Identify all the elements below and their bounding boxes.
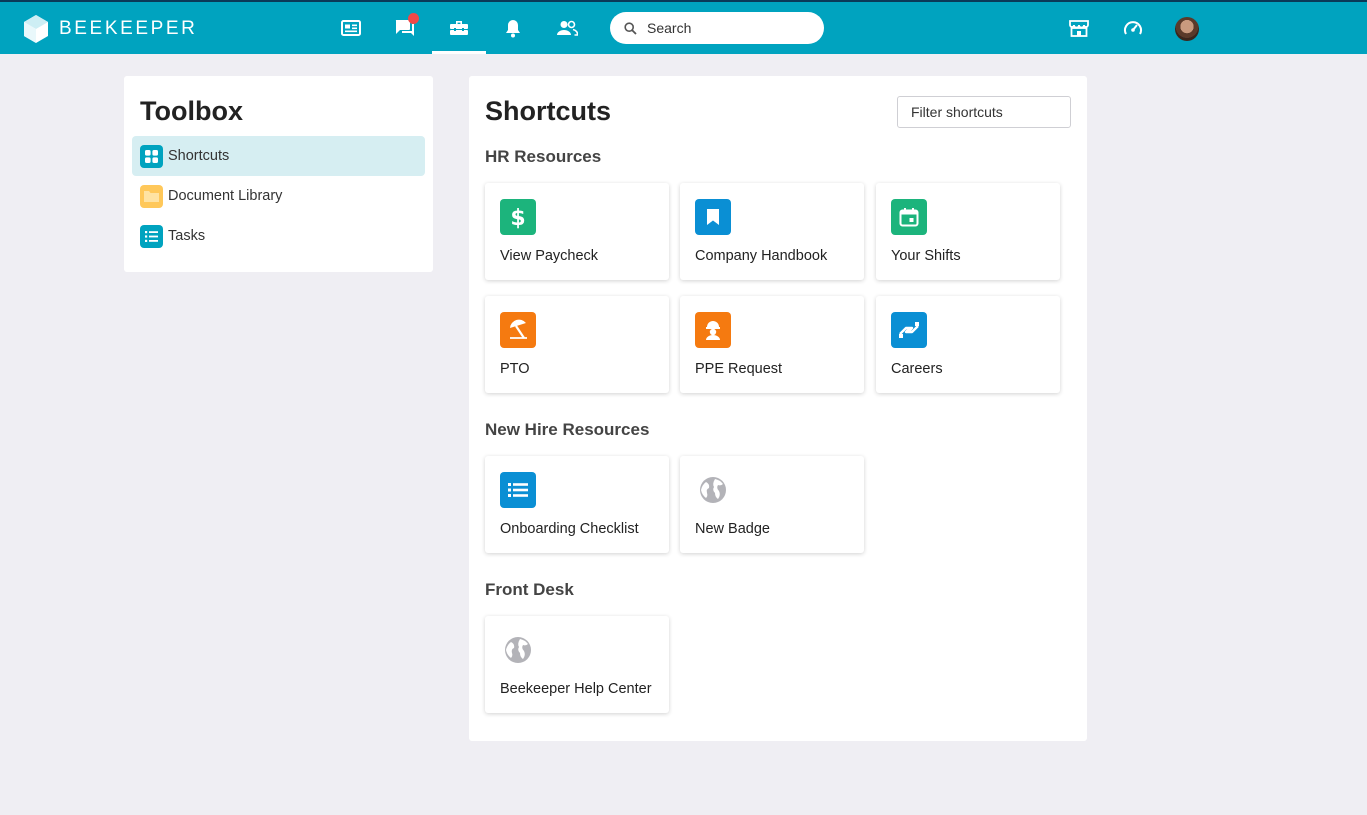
page-title: Shortcuts — [485, 96, 612, 126]
calendar-icon — [891, 199, 927, 235]
shortcut-card-new-badge[interactable]: New Badge — [680, 456, 864, 553]
shortcut-label: View Paycheck — [500, 248, 599, 264]
shortcut-card-beekeeper-help-center[interactable]: Beekeeper Help Center — [485, 616, 669, 713]
shortcut-card-company-handbook[interactable]: Company Handbook — [680, 183, 864, 280]
app-name: BEEKEEPER — [59, 18, 198, 39]
globe-icon — [695, 472, 731, 508]
beekeeper-logo-icon — [24, 15, 48, 43]
toolbox-title: Toolbox — [140, 96, 243, 126]
beach-umbrella-icon — [500, 312, 536, 348]
hard-hat-worker-icon — [695, 312, 731, 348]
handshake-icon — [891, 312, 927, 348]
list-icon — [140, 224, 163, 248]
shortcut-card-your-shifts[interactable]: Your Shifts — [876, 183, 1060, 280]
nav-chats[interactable] — [378, 2, 432, 54]
toolbox-item-document-library[interactable]: Document Library — [132, 176, 425, 216]
toolbox-item-shortcuts[interactable]: Shortcuts — [132, 136, 425, 176]
section-title: New Hire Resources — [485, 420, 650, 439]
chat-notification-badge — [408, 13, 419, 24]
toolbox-item-tasks[interactable]: Tasks — [132, 216, 425, 256]
shortcut-label: PPE Request — [695, 361, 783, 377]
grid-icon — [140, 144, 163, 168]
section-title: HR Resources — [485, 147, 602, 166]
shortcut-label: Company Handbook — [695, 248, 828, 264]
dashboard-gauge-icon — [1124, 21, 1142, 35]
nav-people[interactable] — [540, 2, 594, 54]
toolbox-item-label: Shortcuts — [168, 148, 230, 164]
shortcut-label: PTO — [500, 361, 530, 377]
nav-store[interactable] — [1052, 2, 1106, 54]
filter-shortcuts-input[interactable]: Filter shortcuts — [897, 96, 1071, 128]
bookmark-icon — [695, 199, 731, 235]
people-icon — [557, 20, 578, 36]
shortcut-card-view-paycheck[interactable]: $ View Paycheck — [485, 183, 669, 280]
shortcut-label: New Badge — [695, 521, 770, 537]
shortcut-card-pto[interactable]: PTO — [485, 296, 669, 393]
toolbox-item-label: Document Library — [168, 188, 283, 204]
shortcut-label: Careers — [891, 361, 943, 377]
shortcut-label: Beekeeper Help Center — [500, 681, 652, 697]
search-bar[interactable]: Search — [610, 12, 824, 44]
nav-news-feed[interactable] — [324, 2, 378, 54]
shortcut-label: Your Shifts — [891, 248, 961, 264]
shortcut-card-onboarding-checklist[interactable]: Onboarding Checklist — [485, 456, 669, 553]
search-icon — [624, 21, 637, 35]
globe-icon — [500, 632, 536, 668]
shortcut-label: Onboarding Checklist — [500, 521, 639, 537]
store-icon — [1069, 20, 1089, 37]
nav-dashboard[interactable] — [1106, 2, 1160, 54]
shortcuts-panel: Shortcuts Filter shortcuts HR Resources … — [469, 76, 1087, 741]
toolbox-item-label: Tasks — [168, 228, 206, 244]
dollar-icon: $ — [500, 199, 536, 235]
user-avatar[interactable] — [1175, 17, 1199, 41]
top-bar: BEEKEEPER Search — [0, 0, 1367, 54]
svg-text:$: $ — [510, 206, 525, 230]
nav-notifications[interactable] — [486, 2, 540, 54]
beekeeper-logo[interactable]: BEEKEEPER — [24, 15, 198, 43]
folder-icon — [140, 184, 163, 208]
section-title: Front Desk — [485, 580, 574, 599]
search-input[interactable]: Search — [647, 20, 691, 36]
toolbox-panel: Toolbox Shortcuts Document Library Tasks — [124, 76, 433, 272]
shortcut-card-careers[interactable]: Careers — [876, 296, 1060, 393]
notifications-bell-icon — [506, 19, 520, 37]
toolbox-icon — [450, 21, 468, 35]
nav-toolbox[interactable] — [432, 2, 486, 54]
news-feed-icon — [341, 20, 361, 36]
checklist-icon — [500, 472, 536, 508]
shortcut-card-ppe-request[interactable]: PPE Request — [680, 296, 864, 393]
